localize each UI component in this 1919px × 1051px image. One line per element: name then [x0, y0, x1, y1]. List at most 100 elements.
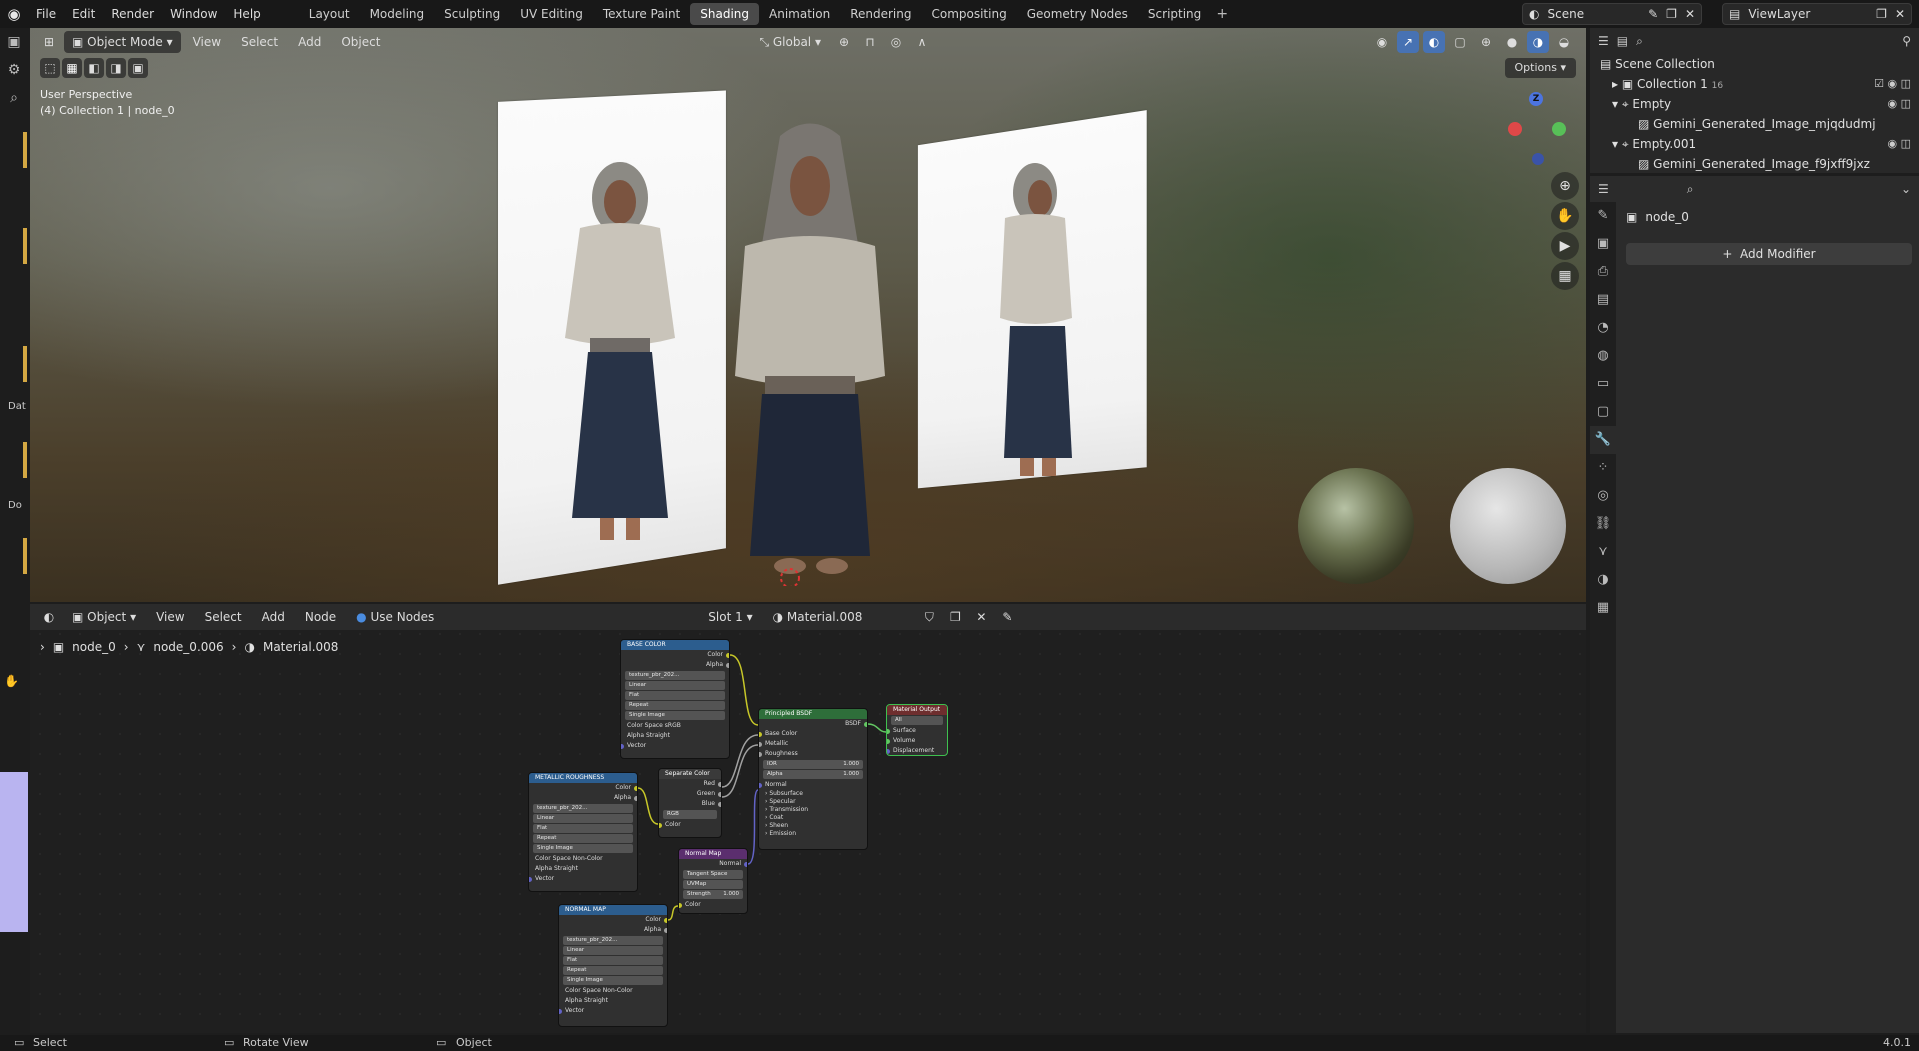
editor-type-icon[interactable]: ▣	[0, 28, 28, 56]
menu-file[interactable]: File	[28, 0, 64, 28]
solid-shading-icon[interactable]: ●	[1501, 31, 1523, 53]
gizmo-x-axis[interactable]	[1508, 122, 1522, 136]
search-icon[interactable]: ⌕	[1687, 182, 1694, 197]
mode-dropdown[interactable]: ▣ Object Mode ▾	[64, 31, 181, 53]
visibility-icon[interactable]: ☑ ◉ ◫	[1874, 74, 1911, 94]
select-extend-icon[interactable]: ◧	[84, 58, 104, 78]
search-icon[interactable]: ⌕	[1636, 34, 1643, 49]
visibility-icon[interactable]: ◉ ◫	[1888, 94, 1912, 114]
object-name[interactable]: node_0	[1645, 210, 1689, 224]
select-intersect-icon[interactable]: ▣	[128, 58, 148, 78]
add-workspace-button[interactable]: +	[1211, 3, 1233, 25]
particles-tab-icon[interactable]: ⁘	[1590, 454, 1616, 482]
editor-type-icon[interactable]: ⊞	[38, 31, 60, 53]
editor-type-icon[interactable]: ☰	[1598, 182, 1609, 196]
3d-viewport[interactable]: ⊞ ▣ Object Mode ▾ View Select Add Object…	[30, 28, 1586, 602]
texture-tab-icon[interactable]: ▦	[1590, 594, 1616, 622]
menu-window[interactable]: Window	[162, 0, 225, 28]
shader-node-editor[interactable]: ◐ ▣ Object ▾ View Select Add Node ● Use …	[30, 604, 1586, 1033]
view-layer-selector[interactable]: ▤ ViewLayer ❐ ✕	[1722, 3, 1912, 25]
data-marker[interactable]	[23, 228, 27, 264]
wireframe-shading-icon[interactable]: ⊕	[1475, 31, 1497, 53]
world-tab-icon[interactable]: ◍	[1590, 342, 1616, 370]
tab-texture-paint[interactable]: Texture Paint	[593, 3, 690, 25]
menu-add[interactable]: Add	[290, 31, 329, 53]
options-button[interactable]: Options ▾	[1505, 58, 1576, 78]
pin-icon[interactable]: ✎	[1648, 7, 1658, 21]
blender-logo-icon[interactable]: ◉	[0, 0, 28, 28]
close-icon[interactable]: ✕	[1895, 7, 1905, 21]
copy-icon[interactable]: ❐	[1666, 7, 1677, 21]
camera-icon[interactable]: ▶	[1551, 232, 1579, 260]
editor-type-icon[interactable]: ☰	[1598, 34, 1609, 48]
falloff-icon[interactable]: ∧	[911, 31, 933, 53]
outliner-item[interactable]: ▨ Gemini_Generated_Image_f9jxff9jxz	[1590, 154, 1919, 174]
data-marker[interactable]	[23, 442, 27, 478]
outliner-item[interactable]: ▾ ⌖ Empty ◉ ◫	[1590, 94, 1919, 114]
tab-rendering[interactable]: Rendering	[840, 3, 921, 25]
scene-selector[interactable]: ◐ Scene ✎ ❐ ✕	[1522, 3, 1702, 25]
visibility-icon[interactable]: ◉	[1371, 31, 1393, 53]
gizmo-y-axis[interactable]	[1552, 122, 1566, 136]
outliner-scene-collection[interactable]: ▤ Scene Collection	[1590, 54, 1919, 74]
scene-tab-icon[interactable]: ◔	[1590, 314, 1616, 342]
zoom-icon[interactable]: ⊕	[1551, 172, 1579, 200]
outliner-item[interactable]: ▸ ▣ Collection 1 16 ☑ ◉ ◫	[1590, 74, 1919, 94]
tab-shading[interactable]: Shading	[690, 3, 759, 25]
hand-icon[interactable]: ✋	[4, 674, 19, 688]
pivot-icon[interactable]: ⊕	[833, 31, 855, 53]
color-swatch[interactable]	[0, 772, 28, 932]
material-tab-icon[interactable]: ◑	[1590, 566, 1616, 594]
menu-view[interactable]: View	[185, 31, 229, 53]
search-icon[interactable]: ⌕	[0, 84, 28, 112]
render-tab-icon[interactable]: ▣	[1590, 230, 1616, 258]
data-marker[interactable]	[23, 538, 27, 574]
close-icon[interactable]: ✕	[1685, 7, 1695, 21]
tools-icon[interactable]: ⚙	[0, 56, 28, 84]
cursor-tool-icon[interactable]: ⬚	[40, 58, 60, 78]
display-mode-icon[interactable]: ▤	[1617, 34, 1628, 48]
object-tab-icon[interactable]: ▢	[1590, 398, 1616, 426]
menu-select[interactable]: Select	[233, 31, 286, 53]
outliner-item[interactable]: ▨ Gemini_Generated_Image_mjqdudmj	[1590, 114, 1919, 134]
data-marker[interactable]	[23, 346, 27, 382]
tab-layout[interactable]: Layout	[299, 3, 360, 25]
select-subtract-icon[interactable]: ◨	[106, 58, 126, 78]
view-layer-tab-icon[interactable]: ▤	[1590, 286, 1616, 314]
proportional-icon[interactable]: ◎	[885, 31, 907, 53]
tab-compositing[interactable]: Compositing	[921, 3, 1016, 25]
snap-icon[interactable]: ⊓	[859, 31, 881, 53]
gizmo-neg-z-axis[interactable]	[1532, 153, 1544, 165]
output-tab-icon[interactable]: ⎙	[1590, 258, 1616, 286]
tab-geometry-nodes[interactable]: Geometry Nodes	[1017, 3, 1138, 25]
tab-scripting[interactable]: Scripting	[1138, 3, 1211, 25]
menu-help[interactable]: Help	[225, 0, 268, 28]
material-shading-icon[interactable]: ◑	[1527, 31, 1549, 53]
modifier-tab-icon[interactable]: 🔧	[1590, 426, 1616, 454]
menu-edit[interactable]: Edit	[64, 0, 103, 28]
gizmo-icon[interactable]: ↗	[1397, 31, 1419, 53]
copy-icon[interactable]: ❐	[1876, 7, 1887, 21]
chevron-down-icon[interactable]: ⌄	[1901, 182, 1911, 196]
add-modifier-button[interactable]: + Add Modifier	[1626, 243, 1912, 265]
visibility-icon[interactable]: ◉ ◫	[1888, 134, 1912, 154]
collection-tab-icon[interactable]: ▭	[1590, 370, 1616, 398]
data-tab-icon[interactable]: ⋎	[1590, 538, 1616, 566]
rendered-shading-icon[interactable]: ◒	[1553, 31, 1575, 53]
woman-3d-model[interactable]	[720, 116, 900, 586]
overlay-icon[interactable]: ◐	[1423, 31, 1445, 53]
physics-tab-icon[interactable]: ◎	[1590, 482, 1616, 510]
xray-icon[interactable]: ▢	[1449, 31, 1471, 53]
transform-orientation-dropdown[interactable]: ⤡ Global ▾	[751, 31, 829, 53]
tab-sculpting[interactable]: Sculpting	[434, 3, 510, 25]
constraints-tab-icon[interactable]: ⛓	[1590, 510, 1616, 538]
data-marker[interactable]	[23, 132, 27, 168]
tool-tab-icon[interactable]: ✎	[1590, 202, 1616, 230]
menu-object[interactable]: Object	[333, 31, 388, 53]
gizmo-z-axis[interactable]: Z	[1529, 92, 1543, 106]
select-box-icon[interactable]: ▦	[62, 58, 82, 78]
tab-uv-editing[interactable]: UV Editing	[510, 3, 593, 25]
filter-icon[interactable]: ⚲	[1902, 34, 1911, 48]
pan-hand-icon[interactable]: ✋	[1551, 202, 1579, 230]
outliner-item[interactable]: ▾ ⌖ Empty.001 ◉ ◫	[1590, 134, 1919, 154]
